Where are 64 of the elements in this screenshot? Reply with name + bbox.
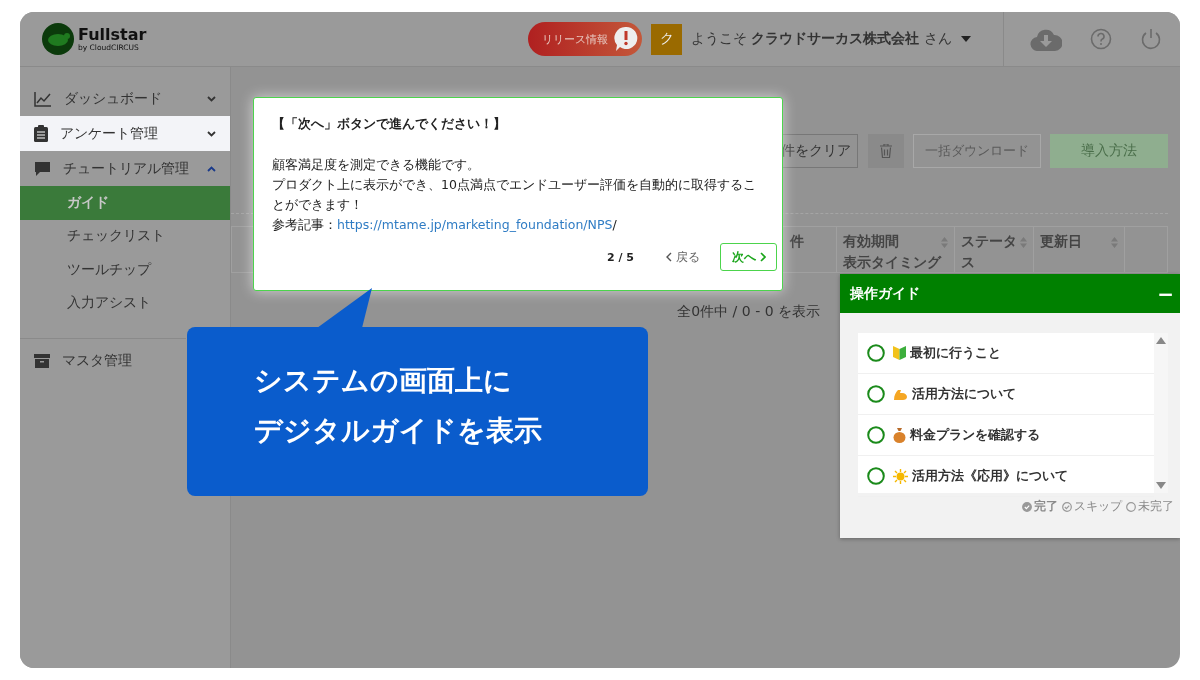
circle-icon <box>1126 501 1136 512</box>
sidebar-item[interactable]: チュートリアル管理 <box>20 151 230 186</box>
chevron-left-icon <box>666 252 672 262</box>
sort-icon <box>1020 237 1027 248</box>
power-icon[interactable] <box>1140 28 1162 50</box>
checklist-item[interactable]: 活用方法《応用》について <box>858 456 1154 497</box>
release-info-button[interactable]: リリース情報 <box>528 22 642 56</box>
trash-icon <box>880 144 892 158</box>
step-counter: 2 / 5 <box>607 250 634 264</box>
link-suffix: / <box>612 217 617 232</box>
legend-item: スキップ <box>1062 499 1122 514</box>
scroll-up-icon[interactable] <box>1156 337 1166 344</box>
user-avatar: ク <box>651 23 682 55</box>
turtle-logo-icon <box>42 23 74 55</box>
beginner-mark-icon <box>893 346 906 360</box>
reference-label: 参考記事： <box>272 217 337 232</box>
reference-link[interactable]: https://mtame.jp/marketing_foundation/NPS <box>337 217 613 232</box>
checklist-item[interactable]: 活用方法について <box>858 374 1154 415</box>
legend-item: 未完了 <box>1126 499 1174 514</box>
check-circle-icon <box>1022 501 1032 512</box>
delete-button[interactable] <box>868 134 904 168</box>
pagination-summary: 全0件中 / 0 - 0 を表示 <box>677 303 820 321</box>
archive-box-icon <box>34 353 50 368</box>
checklist-item[interactable]: 最初に行うこと <box>858 333 1154 374</box>
scroll-down-icon[interactable] <box>1156 482 1166 489</box>
money-bag-icon <box>893 427 906 443</box>
legend-item: 完了 <box>1022 499 1058 514</box>
sidebar-item[interactable]: マスタ管理 <box>20 338 186 378</box>
sort-icon <box>941 237 948 248</box>
back-button[interactable]: 戻る <box>660 248 706 266</box>
column-header[interactable]: ステータ ス <box>955 227 1034 272</box>
column-header[interactable]: 更新日 <box>1034 227 1125 272</box>
sidebar-item[interactable]: アンケート管理 <box>20 116 230 151</box>
help-icon[interactable] <box>1090 28 1112 50</box>
checklist-item[interactable]: 料金プランを確認する <box>858 415 1154 456</box>
minimize-button[interactable]: − <box>1155 281 1176 306</box>
sidebar-subitem[interactable]: 入力アシスト <box>20 286 230 320</box>
column-header[interactable]: 有効期間 表示タイミング <box>837 227 955 272</box>
sidebar-item[interactable]: ダッシュボード <box>20 81 230 116</box>
sidebar-subitem[interactable]: ツールチップ <box>20 253 230 287</box>
sun-icon <box>893 468 908 484</box>
flexed-arm-icon <box>893 387 908 401</box>
scrollbar[interactable] <box>1154 333 1168 493</box>
tooltip-title: 【「次へ」ボタンで進んでください！】 <box>272 116 507 133</box>
cloud-download-icon[interactable] <box>1030 27 1062 51</box>
callout-text: システムの画面上に <box>254 363 513 399</box>
caret-icon[interactable] <box>960 36 971 42</box>
sort-icon <box>1111 237 1118 248</box>
chat-icon <box>34 160 51 177</box>
brand-name: Fullstar <box>78 26 147 43</box>
clipboard-icon <box>34 125 48 142</box>
sidebar-subitem[interactable]: ガイド <box>20 186 230 220</box>
sidebar-subitem[interactable]: チェックリスト <box>20 219 230 253</box>
alert-bubble-icon <box>614 26 638 52</box>
line-chart-icon <box>34 90 52 107</box>
check-circle-icon <box>1062 501 1072 512</box>
tooltip-paragraph: プロダクト上に表示ができ、10点満点でエンドユーザー評価を自動的に取得することができます！ <box>272 176 757 214</box>
panel-title: 操作ガイド <box>850 284 920 303</box>
toolbar-button[interactable]: 導入方法 <box>1050 134 1168 168</box>
chevron-right-icon <box>759 252 766 262</box>
welcome-text: ようこそ クラウドサーカス株式会社 さん <box>691 30 952 48</box>
next-button[interactable]: 次へ <box>720 243 777 271</box>
callout-text: デジタルガイドを表示 <box>254 413 543 449</box>
tooltip-paragraph: 顧客満足度を測定できる機能です。 <box>272 156 481 174</box>
